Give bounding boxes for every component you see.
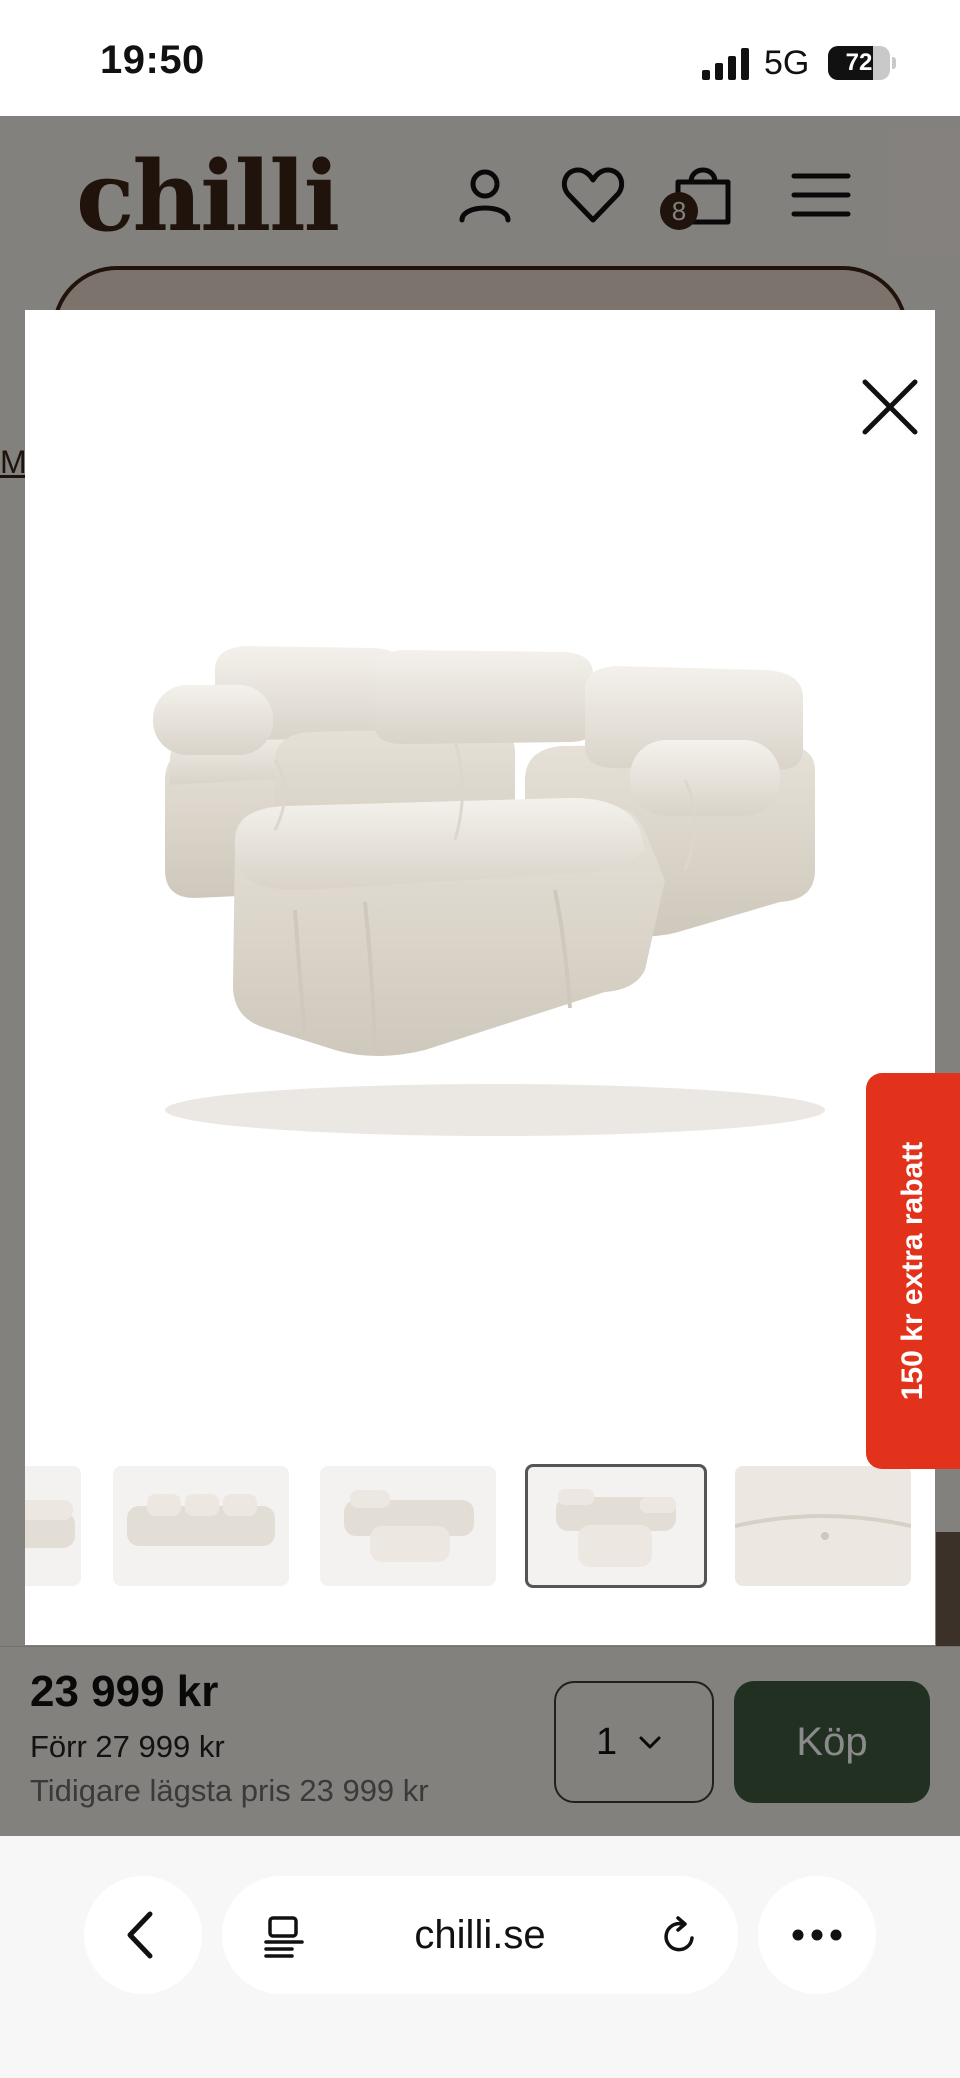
close-icon[interactable] <box>831 348 935 458</box>
thumbnail[interactable] <box>113 1466 289 1586</box>
signal-icon <box>702 48 749 80</box>
promo-label: 150 kr extra rabatt <box>896 1141 929 1401</box>
thumbnail-active[interactable] <box>525 1464 707 1588</box>
image-gallery-modal <box>25 310 935 1645</box>
address-bar[interactable]: chilli.se <box>222 1876 738 1994</box>
reload-icon[interactable] <box>658 1914 702 1958</box>
more-options-button[interactable] <box>758 1876 876 1994</box>
battery-indicator: 72 <box>828 46 896 80</box>
thumbnail[interactable] <box>735 1466 911 1586</box>
status-bar: 19:50 5G 72 <box>0 0 960 116</box>
discount-promo-tab[interactable]: 150 kr extra rabatt <box>866 1073 960 1469</box>
back-button[interactable] <box>84 1876 202 1994</box>
ellipsis-icon <box>792 1929 842 1941</box>
browser-toolbar: chilli.se <box>0 1836 960 2078</box>
thumbnail-strip <box>25 1464 935 1590</box>
battery-level: 72 <box>845 49 873 76</box>
chevron-left-icon <box>127 1911 153 1959</box>
thumbnail[interactable] <box>320 1466 496 1586</box>
phone-screen: 19:50 5G 72 chilli 8 Mö 23 999 kr Förr 2… <box>0 0 960 2078</box>
status-time: 19:50 <box>100 38 205 82</box>
product-main-image <box>153 646 825 1136</box>
network-label: 5G <box>764 44 810 82</box>
tabs-icon[interactable] <box>262 1914 306 1958</box>
thumbnail[interactable] <box>25 1466 81 1586</box>
